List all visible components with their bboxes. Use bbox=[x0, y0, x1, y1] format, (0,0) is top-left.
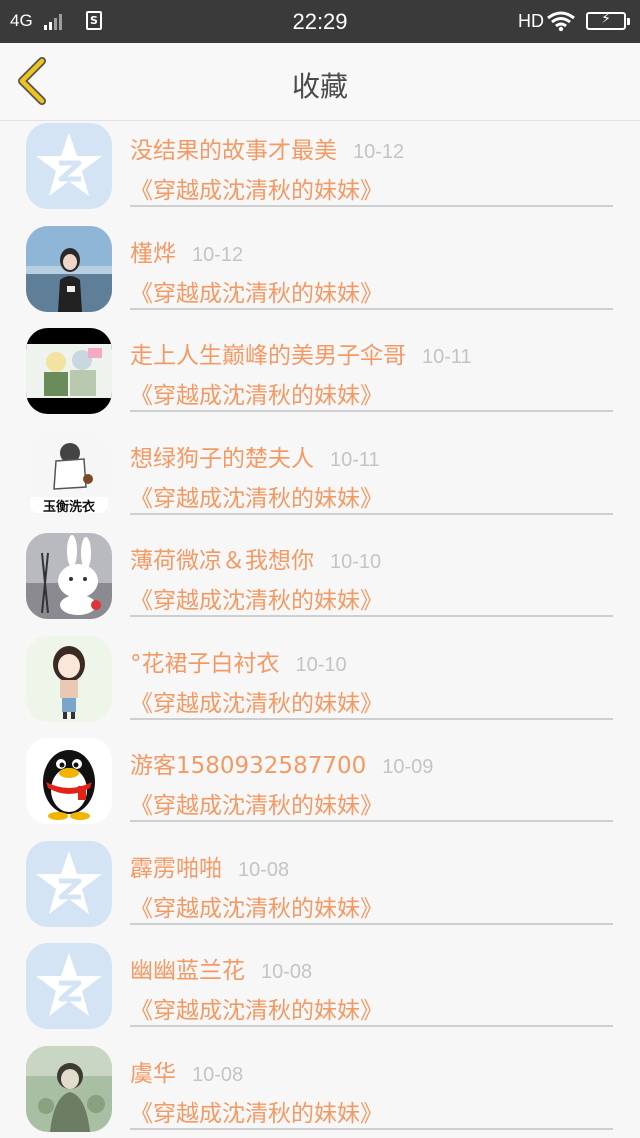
favorite-date: 10-08 bbox=[261, 961, 313, 983]
hd-indicator: HD bbox=[518, 11, 544, 31]
divider bbox=[130, 923, 613, 925]
avatar[interactable] bbox=[26, 226, 112, 312]
divider bbox=[130, 615, 613, 617]
favorite-header: °花裙子白衬衣 10-10 bbox=[130, 644, 347, 678]
favorite-header: 薄荷微凉＆我想你 10-10 bbox=[130, 541, 381, 575]
favorite-header: 走上人生巅峰的美男子伞哥 10-11 bbox=[130, 336, 472, 370]
book-title[interactable]: 《穿越成沈清秋的妹妹》 bbox=[130, 991, 383, 1025]
avatar[interactable] bbox=[26, 738, 112, 824]
avatar[interactable]: 玉衡洗衣 bbox=[26, 431, 112, 517]
list-item[interactable]: 走上人生巅峰的美男子伞哥 10-11 《穿越成沈清秋的妹妹》 bbox=[0, 326, 640, 429]
favorite-date: 10-09 bbox=[382, 756, 434, 778]
book-title[interactable]: 《穿越成沈清秋的妹妹》 bbox=[130, 786, 383, 820]
list-item[interactable]: 虞华 10-08 《穿越成沈清秋的妹妹》 bbox=[0, 1044, 640, 1138]
favorite-date: 10-11 bbox=[330, 449, 380, 471]
list-item[interactable]: °花裙子白衬衣 10-10 《穿越成沈清秋的妹妹》 bbox=[0, 634, 640, 737]
divider bbox=[130, 513, 613, 515]
user-name[interactable]: °花裙子白衬衣 bbox=[130, 651, 280, 677]
user-name[interactable]: 想绿狗子的楚夫人 bbox=[130, 446, 314, 472]
favorite-date: 10-10 bbox=[330, 551, 382, 573]
divider bbox=[130, 1128, 613, 1130]
list-item[interactable]: 玉衡洗衣 想绿狗子的楚夫人 10-11 《穿越成沈清秋的妹妹》 bbox=[0, 429, 640, 532]
avatar[interactable] bbox=[26, 328, 112, 414]
avatar[interactable] bbox=[26, 841, 112, 927]
user-name[interactable]: 幽幽蓝兰花 bbox=[130, 958, 245, 984]
status-bar: 4G S 22:29 HD ⚡ bbox=[0, 0, 640, 43]
page-title: 收藏 bbox=[291, 70, 348, 103]
divider bbox=[130, 820, 613, 822]
divider bbox=[130, 308, 613, 310]
favorite-header: 虞华 10-08 bbox=[130, 1054, 243, 1088]
list-item[interactable]: 幽幽蓝兰花 10-08 《穿越成沈清秋的妹妹》 bbox=[0, 941, 640, 1044]
divider bbox=[130, 205, 613, 207]
favorite-header: 幽幽蓝兰花 10-08 bbox=[130, 951, 312, 985]
list-item[interactable]: 游客1580932587700 10-09 《穿越成沈清秋的妹妹》 bbox=[0, 736, 640, 839]
book-title[interactable]: 《穿越成沈清秋的妹妹》 bbox=[130, 581, 383, 615]
favorite-header: 想绿狗子的楚夫人 10-11 bbox=[130, 439, 380, 473]
book-title[interactable]: 《穿越成沈清秋的妹妹》 bbox=[130, 1094, 383, 1128]
favorite-date: 10-12 bbox=[192, 244, 244, 266]
list-item[interactable]: 霹雳啪啪 10-08 《穿越成沈清秋的妹妹》 bbox=[0, 839, 640, 942]
favorite-date: 10-08 bbox=[238, 859, 290, 881]
avatar[interactable] bbox=[26, 636, 112, 722]
list-item[interactable]: 薄荷微凉＆我想你 10-10 《穿越成沈清秋的妹妹》 bbox=[0, 531, 640, 634]
favorite-date: 10-10 bbox=[295, 654, 347, 676]
user-name[interactable]: 走上人生巅峰的美男子伞哥 bbox=[130, 343, 406, 369]
user-name[interactable]: 游客1580932587700 bbox=[130, 753, 366, 779]
divider bbox=[130, 1025, 613, 1027]
avatar[interactable] bbox=[26, 1046, 112, 1132]
book-title[interactable]: 《穿越成沈清秋的妹妹》 bbox=[130, 479, 383, 513]
svg-text:玉衡洗衣: 玉衡洗衣 bbox=[43, 499, 95, 515]
favorite-header: 霹雳啪啪 10-08 bbox=[130, 849, 289, 883]
avatar[interactable] bbox=[26, 533, 112, 619]
book-title[interactable]: 《穿越成沈清秋的妹妹》 bbox=[130, 274, 383, 308]
user-name[interactable]: 霹雳啪啪 bbox=[130, 856, 222, 882]
list-item[interactable]: 没结果的故事才最美 10-12 《穿越成沈清秋的妹妹》 bbox=[0, 121, 640, 224]
nav-bar: 收藏 bbox=[0, 43, 640, 121]
book-title[interactable]: 《穿越成沈清秋的妹妹》 bbox=[130, 684, 383, 718]
book-title[interactable]: 《穿越成沈清秋的妹妹》 bbox=[130, 889, 383, 923]
user-name[interactable]: 槿烨 bbox=[130, 241, 176, 267]
battery-icon: ⚡ bbox=[586, 11, 630, 30]
favorites-list: 没结果的故事才最美 10-12 《穿越成沈清秋的妹妹》 槿烨 10-12 《穿越成沈清秋的… bbox=[0, 121, 640, 1138]
user-name[interactable]: 虞华 bbox=[130, 1061, 176, 1087]
favorite-date: 10-12 bbox=[353, 141, 405, 163]
favorite-date: 10-08 bbox=[192, 1064, 244, 1086]
avatar[interactable] bbox=[26, 943, 112, 1029]
user-name[interactable]: 没结果的故事才最美 bbox=[130, 138, 337, 164]
divider bbox=[130, 718, 613, 720]
favorite-header: 槿烨 10-12 bbox=[130, 234, 243, 268]
user-name[interactable]: 薄荷微凉＆我想你 bbox=[130, 548, 314, 574]
favorite-date: 10-11 bbox=[422, 346, 472, 368]
wifi-icon bbox=[546, 10, 576, 32]
divider bbox=[130, 410, 613, 412]
list-item[interactable]: 槿烨 10-12 《穿越成沈清秋的妹妹》 bbox=[0, 224, 640, 327]
favorite-header: 游客1580932587700 10-09 bbox=[130, 746, 433, 780]
book-title[interactable]: 《穿越成沈清秋的妹妹》 bbox=[130, 171, 383, 205]
favorite-header: 没结果的故事才最美 10-12 bbox=[130, 131, 404, 165]
avatar[interactable] bbox=[26, 123, 112, 209]
book-title[interactable]: 《穿越成沈清秋的妹妹》 bbox=[130, 376, 383, 410]
clock: 22:29 bbox=[292, 9, 348, 34]
